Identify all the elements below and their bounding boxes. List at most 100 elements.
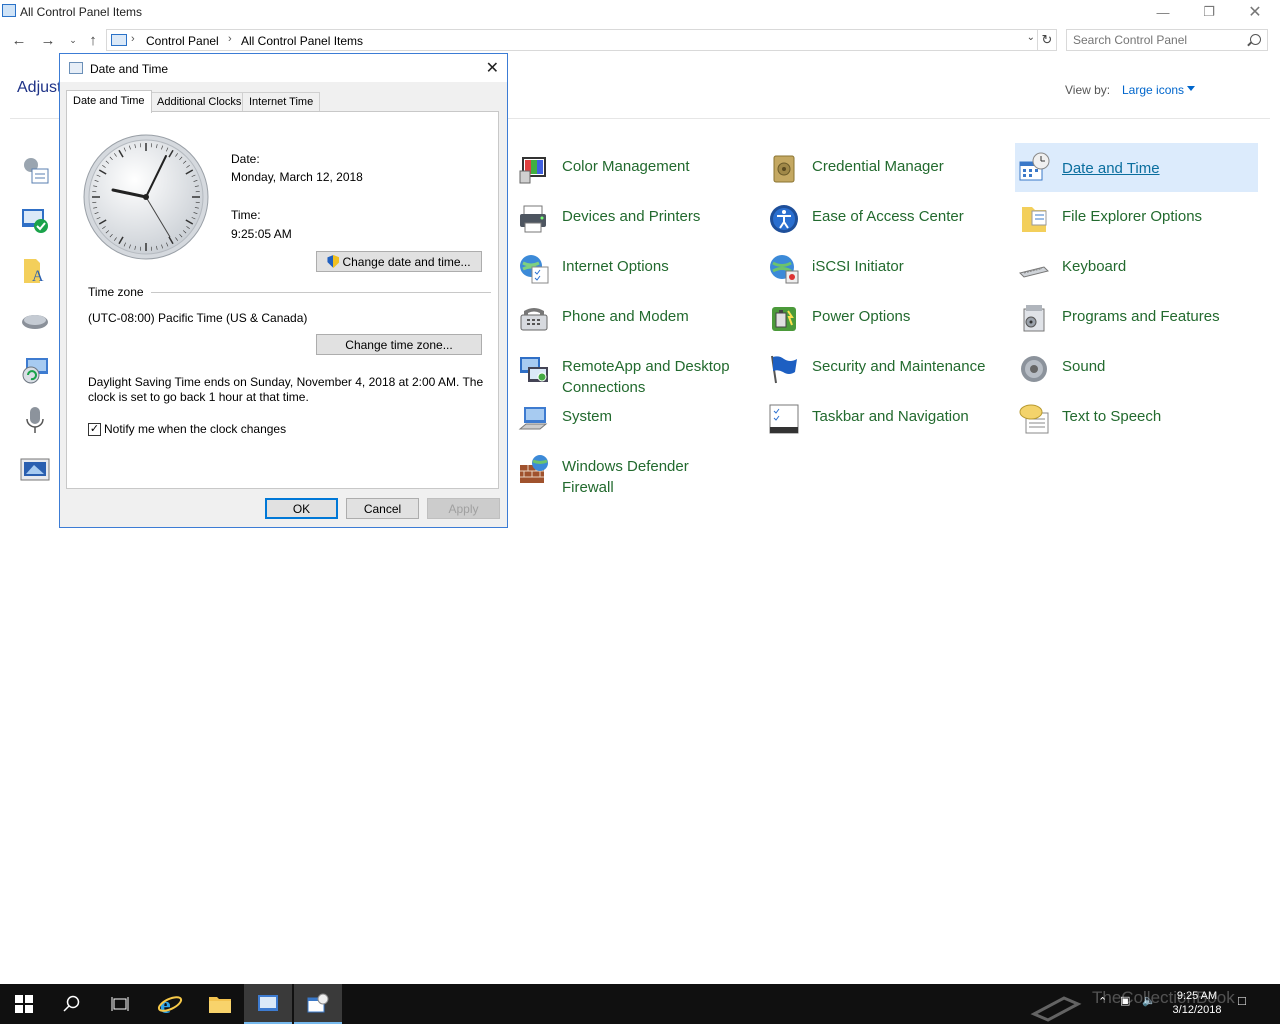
item-label: Programs and Features (1062, 308, 1220, 325)
search-box[interactable] (1066, 29, 1268, 51)
mouse-icon[interactable] (20, 305, 50, 335)
item-label: Sound (1062, 358, 1106, 375)
restore-button[interactable]: ❐ (1186, 0, 1232, 24)
file-explorer-button[interactable] (196, 984, 244, 1024)
iscsi-icon (770, 255, 799, 284)
item-credential-manager[interactable]: Credential Manager (768, 146, 1008, 190)
search-button[interactable] (48, 984, 96, 1024)
speech-recognition-icon[interactable] (20, 405, 50, 435)
display-icon[interactable] (20, 455, 50, 485)
item-internet-options[interactable]: Internet Options (518, 246, 758, 290)
item-sound[interactable]: Sound (1018, 346, 1258, 390)
forward-arrow-icon[interactable]: → (37, 28, 59, 52)
minimize-button[interactable]: — (1140, 0, 1186, 24)
up-arrow-icon[interactable]: ↑ (82, 28, 104, 52)
title-bar: All Control Panel Items — ❐ ✕ (0, 0, 1280, 24)
close-button[interactable]: ✕ (1232, 0, 1278, 24)
taskbar-icon (769, 404, 799, 434)
remoteapp-icon (520, 357, 548, 382)
dialog-title-bar: Date and Time ✕ (60, 54, 507, 82)
date-time-icon (1019, 152, 1050, 181)
item-date-and-time[interactable]: Date and Time (1015, 143, 1258, 192)
task-view-button[interactable] (96, 984, 144, 1024)
close-icon[interactable]: ✕ (486, 58, 499, 78)
view-by-arrow-icon[interactable] (1187, 86, 1195, 91)
date-time-dialog: Date and Time ✕ Date and Time Additional… (59, 53, 508, 528)
ease-of-access-icon (770, 205, 798, 233)
item-iscsi-initiator[interactable]: iSCSI Initiator (768, 246, 1008, 290)
internet-explorer-icon: e (157, 993, 183, 1017)
internet-options-icon (520, 255, 549, 284)
item-label: Keyboard (1062, 258, 1127, 275)
apply-button[interactable]: Apply (427, 498, 500, 519)
address-dropdown-icon[interactable]: ⌄ (1027, 32, 1035, 43)
change-time-zone-button[interactable]: Change time zone... (316, 334, 482, 355)
windows-logo-icon (15, 995, 33, 1013)
group-divider (151, 292, 491, 293)
breadcrumb-all-items[interactable]: All Control Panel Items (241, 34, 363, 48)
action-center-icon[interactable] (20, 205, 50, 235)
recovery-icon[interactable] (20, 355, 50, 385)
item-label: Internet Options (562, 258, 669, 275)
item-keyboard[interactable]: Keyboard (1018, 246, 1258, 290)
control-panel-icon (258, 995, 278, 1011)
firewall-icon (520, 455, 548, 483)
item-power-options[interactable]: Power Options (768, 296, 1008, 340)
search-icon[interactable] (1250, 34, 1261, 45)
ok-button[interactable]: OK (265, 498, 338, 519)
tab-internet-time[interactable]: Internet Time (242, 92, 321, 112)
internet-explorer-button[interactable]: e (146, 984, 194, 1024)
system-icon (518, 407, 548, 430)
back-arrow-icon[interactable]: ← (8, 28, 30, 52)
speaker-icon (1021, 356, 1047, 382)
control-panel-taskbar-button[interactable] (244, 984, 292, 1024)
tab-date-and-time[interactable]: Date and Time (66, 90, 152, 113)
view-by-dropdown[interactable]: Large icons (1122, 83, 1184, 97)
item-programs-and-features[interactable]: Programs and Features (1018, 296, 1258, 340)
address-bar[interactable]: › Control Panel › All Control Panel Item… (106, 29, 1038, 51)
item-label: Ease of Access Center (812, 208, 964, 225)
item-label: Color Management (562, 158, 690, 175)
date-label: Date: (231, 152, 260, 166)
item-remoteapp[interactable]: RemoteApp and Desktop Connections (518, 346, 758, 398)
item-text-to-speech[interactable]: Text to Speech (1018, 396, 1258, 440)
folder-options-icon (1022, 207, 1047, 232)
item-windows-defender-firewall[interactable]: Windows Defender Firewall (518, 446, 758, 498)
tab-additional-clocks[interactable]: Additional Clocks (150, 92, 249, 112)
search-input[interactable] (1073, 33, 1243, 47)
start-button[interactable] (0, 984, 48, 1024)
item-color-management[interactable]: Color Management (518, 146, 758, 190)
item-taskbar-and-navigation[interactable]: Taskbar and Navigation (768, 396, 1008, 440)
item-system[interactable]: System (518, 396, 758, 440)
credential-manager-icon (773, 155, 795, 183)
item-phone-and-modem[interactable]: Phone and Modem (518, 296, 758, 340)
control-panel-window: All Control Panel Items — ❐ ✕ ← → ⌄ ↑ › … (0, 0, 1280, 984)
power-options-icon (772, 307, 796, 331)
change-date-time-label: Change date and time... (342, 254, 471, 269)
phone-modem-icon (520, 308, 548, 331)
notification-center-icon[interactable]: □ (1238, 993, 1246, 1008)
item-label: Devices and Printers (562, 208, 701, 225)
refresh-icon[interactable]: ↻ (1037, 29, 1057, 51)
change-date-time-button[interactable]: Change date and time... (316, 251, 482, 272)
item-label: Taskbar and Navigation (812, 408, 969, 425)
item-label: File Explorer Options (1062, 208, 1203, 225)
view-by-label: View by: (1065, 83, 1111, 97)
notify-label[interactable]: Notify me when the clock changes (104, 422, 286, 436)
svg-text:e: e (160, 993, 171, 1017)
administrative-tools-icon[interactable] (20, 155, 50, 185)
notify-checkbox[interactable]: ✓ (88, 423, 101, 436)
item-devices-and-printers[interactable]: Devices and Printers (518, 196, 758, 240)
breadcrumb-separator-icon: › (228, 33, 232, 45)
date-time-taskbar-button[interactable] (294, 984, 342, 1024)
item-ease-of-access[interactable]: Ease of Access Center (768, 196, 1008, 240)
security-flag-icon (771, 355, 797, 384)
breadcrumb-control-panel[interactable]: Control Panel (146, 34, 219, 48)
item-security-and-maintenance[interactable]: Security and Maintenance (768, 346, 1008, 390)
item-file-explorer-options[interactable]: File Explorer Options (1018, 196, 1258, 240)
fonts-icon[interactable]: A (20, 255, 50, 285)
folder-icon (209, 997, 231, 1013)
cancel-button[interactable]: Cancel (346, 498, 419, 519)
date-value: Monday, March 12, 2018 (231, 170, 363, 184)
recent-locations-chevron-icon[interactable]: ⌄ (62, 28, 84, 52)
